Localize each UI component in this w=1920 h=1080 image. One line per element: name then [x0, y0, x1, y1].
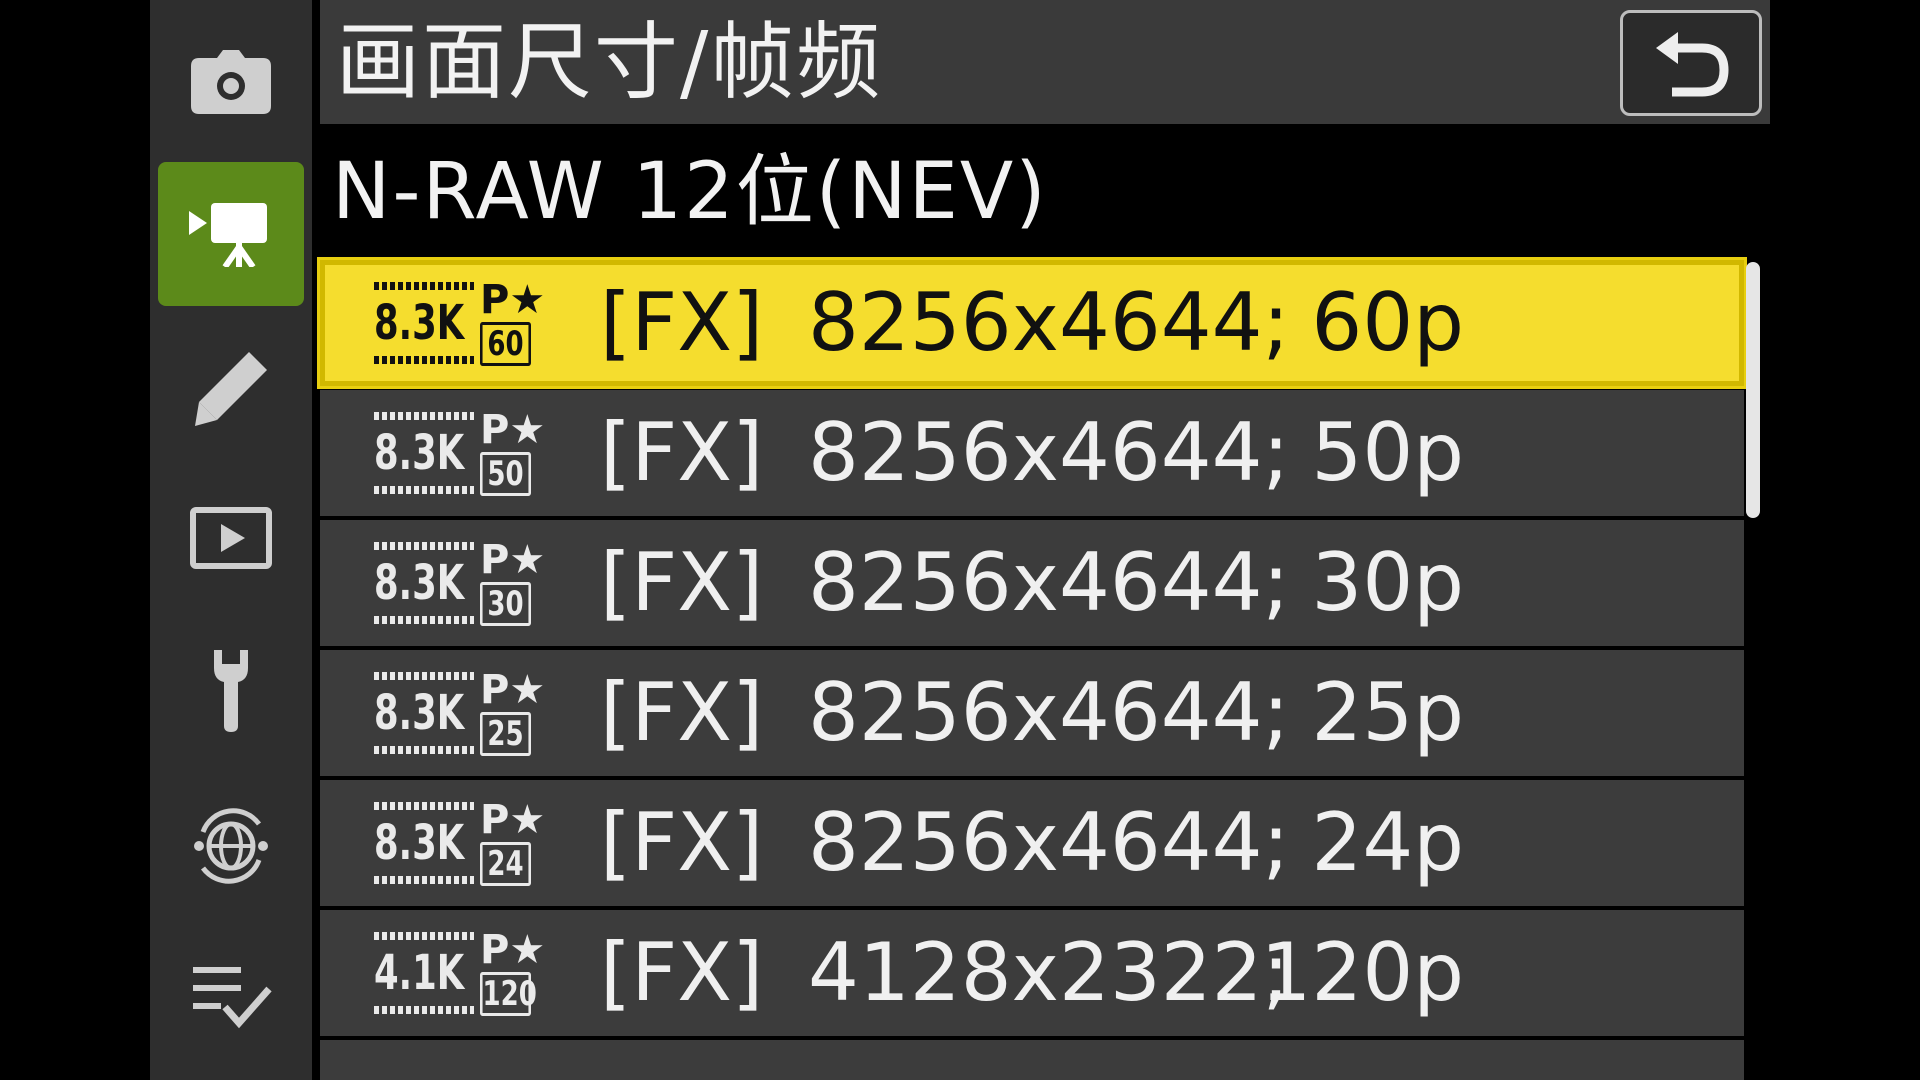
option-row-partial[interactable]: [320, 1040, 1744, 1080]
frame-rate-label: 60p: [1311, 276, 1464, 369]
fps-badge: 24: [480, 842, 531, 886]
movie-camera-icon: [189, 203, 267, 267]
pstar-badge: P★: [480, 797, 546, 843]
pstar-badge: P★: [480, 537, 546, 583]
badge-bar: [374, 542, 474, 550]
recording-format-label: N-RAW 12位(NEV): [332, 147, 1048, 237]
dimensions-label: 8256x4644;: [808, 406, 1290, 499]
format-label: [FX]: [600, 276, 764, 369]
resolution-badge-text: 4.1K: [374, 945, 465, 1001]
pstar-badge: P★: [480, 667, 546, 713]
frame-rate-label: 50p: [1311, 406, 1464, 499]
pencil-icon: [195, 352, 267, 426]
frame-rate-label: 30p: [1311, 536, 1464, 629]
badge-bar: [374, 932, 474, 940]
option-row[interactable]: 8.3K P★ 24 [FX] 8256x4644; 24p: [320, 780, 1744, 906]
camera-icon: [191, 50, 271, 114]
tab-playback-menu[interactable]: [158, 466, 304, 610]
format-label: [FX]: [600, 666, 764, 759]
badge-bar: [374, 876, 474, 884]
menu-header: 画面尺寸/帧频: [320, 0, 1770, 124]
format-label: [FX]: [600, 796, 764, 889]
option-row[interactable]: 8.3K P★ 60 [FX] 8256x4644; 60p: [317, 257, 1747, 389]
option-row[interactable]: 8.3K P★ 30 [FX] 8256x4644; 30p: [320, 520, 1744, 646]
back-button[interactable]: [1620, 10, 1762, 116]
fps-badge: 60: [480, 322, 531, 366]
resolution-badge-text: 8.3K: [374, 685, 465, 741]
fps-badge: 30: [480, 582, 531, 626]
tab-my-menu[interactable]: [158, 924, 304, 1068]
resolution-badge: 8.3K P★ 25: [374, 667, 546, 758]
badge-bar: [374, 616, 474, 624]
pstar-badge: P★: [480, 927, 546, 973]
format-label: [FX]: [600, 406, 764, 499]
tab-custom-settings-menu[interactable]: [158, 316, 304, 460]
pstar-badge: P★: [480, 407, 546, 453]
badge-bar: [374, 356, 474, 364]
network-globe-icon: [194, 808, 268, 884]
checklist-icon: [193, 967, 272, 1029]
dimensions-label: 8256x4644;: [808, 276, 1290, 369]
badge-bar: [374, 486, 474, 494]
wrench-icon: [214, 650, 248, 732]
option-row[interactable]: 8.3K P★ 50 [FX] 8256x4644; 50p: [320, 390, 1744, 516]
resolution-badge: 4.1K P★ 120: [374, 927, 546, 1018]
tab-network-menu[interactable]: [158, 774, 304, 918]
badge-bar: [374, 746, 474, 754]
tab-video-recording-menu[interactable]: [158, 162, 304, 306]
playback-icon: [190, 507, 272, 569]
frame-rate-label: 25p: [1311, 666, 1464, 759]
resolution-badge: 8.3K P★ 30: [374, 537, 546, 628]
fps-badge: 50: [480, 452, 531, 496]
dimensions-label: 8256x4644;: [808, 796, 1290, 889]
format-label: [FX]: [600, 926, 764, 1019]
tab-setup-menu[interactable]: [158, 618, 304, 762]
badge-bar: [374, 672, 474, 680]
option-row[interactable]: 4.1K P★ 120 [FX] 4128x2322; 120p: [320, 910, 1744, 1036]
frame-size-rate-list: 8.3K P★ 60 [FX] 8256x4644; 60p 8.3K P★ 5…: [317, 257, 1747, 1080]
page-title: 画面尺寸/帧频: [336, 13, 883, 111]
resolution-badge: 8.3K P★ 50: [374, 407, 546, 498]
fps-badge: 120: [480, 972, 537, 1016]
resolution-badge-text: 8.3K: [374, 295, 465, 351]
menu-tab-sidebar: [150, 0, 312, 1080]
resolution-badge-text: 8.3K: [374, 425, 465, 481]
dimensions-label: 4128x2322;: [808, 926, 1290, 1019]
badge-bar: [374, 282, 474, 290]
badge-bar: [374, 1006, 474, 1014]
tab-photo-shooting-menu[interactable]: [158, 10, 304, 154]
return-arrow-icon: [1656, 32, 1729, 97]
pstar-badge: P★: [480, 277, 546, 323]
scrollbar[interactable]: [1746, 262, 1760, 518]
frame-rate-label: 120p: [1260, 926, 1464, 1019]
resolution-badge: 8.3K P★ 24: [374, 797, 546, 888]
frame-rate-label: 24p: [1311, 796, 1464, 889]
dimensions-label: 8256x4644;: [808, 666, 1290, 759]
format-label: [FX]: [600, 536, 764, 629]
badge-bar: [374, 802, 474, 810]
option-row[interactable]: 8.3K P★ 25 [FX] 8256x4644; 25p: [320, 650, 1744, 776]
badge-bar: [374, 412, 474, 420]
fps-badge: 25: [480, 712, 531, 756]
resolution-badge-text: 8.3K: [374, 555, 465, 611]
dimensions-label: 8256x4644;: [808, 536, 1290, 629]
resolution-badge-text: 8.3K: [374, 815, 465, 871]
resolution-badge: 8.3K P★ 60: [374, 277, 546, 368]
menu-screen: 画面尺寸/帧频 N-RAW 12位(NEV) 8.3K P★ 60 [FX] 8…: [0, 0, 1920, 1080]
